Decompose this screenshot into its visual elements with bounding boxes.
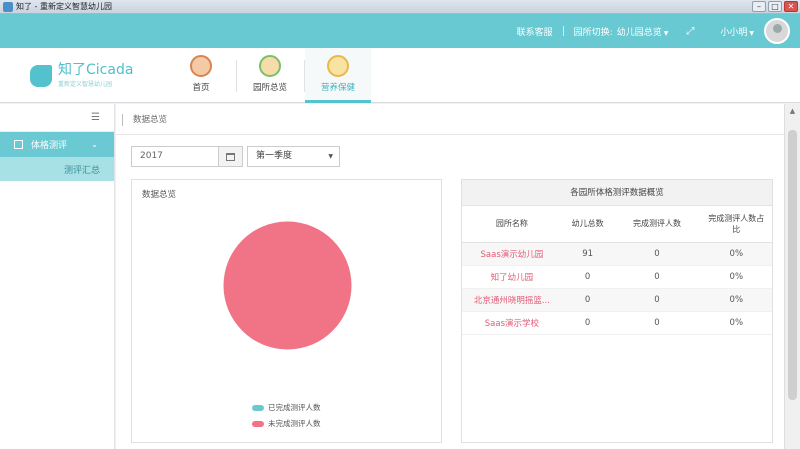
top-bar: 联系客服 园所切换: 幼儿园总览 ▼ ⤢ 小小明 ▼ (0, 14, 800, 48)
overview-chart-panel: 数据总览 已完成测评人数 未完成测评人数 (131, 179, 442, 443)
table-cell: 0% (700, 265, 772, 289)
user-menu[interactable]: 小小明 ▼ (720, 25, 754, 38)
logo-brand: 知了Cicada (58, 62, 134, 78)
app-icon (3, 1, 13, 12)
teacher-icon (259, 55, 281, 77)
chevron-down-icon: ⌄ (91, 140, 98, 149)
maximize-button[interactable]: □ (768, 1, 782, 12)
window-title: 知了 - 重新定义智慧幼儿园 (16, 2, 112, 11)
main-nav: 知了Cicada 重新定义智慧幼儿园 首页 园所总览 营养保健 (0, 48, 800, 103)
column-header: 完成测评人数 (613, 206, 701, 243)
table-cell: 0 (613, 311, 701, 335)
legend-item-incomplete[interactable]: 未完成测评人数 (252, 418, 321, 429)
legend-swatch (252, 404, 264, 411)
scrollbar-thumb[interactable] (788, 130, 797, 400)
tab-nutrition-health[interactable]: 营养保健 (305, 48, 371, 103)
panel-title: 数据总览 (142, 190, 177, 200)
school-name-link[interactable]: Saas演示学校 (462, 311, 562, 335)
table-cell: 0% (700, 288, 772, 312)
panel-title: 各园所体格测评数据概览 (462, 180, 772, 206)
expand-icon[interactable]: ⤢ (686, 26, 694, 37)
tab-label: 营养保健 (320, 83, 355, 93)
table-cell: 0 (561, 288, 614, 312)
chevron-down-icon: ▼ (749, 29, 754, 37)
calendar-button[interactable] (219, 146, 243, 167)
table-cell: 0 (613, 242, 701, 266)
topbar-divider (562, 26, 564, 36)
table-header-row: 园所名称 幼儿总数 完成测评人数 完成测评人数占比 (462, 206, 772, 243)
school-table-panel: 各园所体格测评数据概览 园所名称 幼儿总数 完成测评人数 完成测评人数占比 Sa… (461, 179, 773, 443)
table-cell: 0 (561, 311, 614, 335)
column-header: 幼儿总数 (561, 206, 614, 243)
avatar[interactable] (764, 18, 790, 44)
main-content: 数据总览 2017 第一季度 ▼ 数据总览 已完成测评人数 未完成测评人数 各园… (116, 104, 784, 449)
table-cell: 0 (613, 265, 701, 289)
tab-school-overview[interactable]: 园所总览 (237, 48, 303, 103)
chart-legend: 已完成测评人数 未完成测评人数 (252, 402, 321, 434)
school-stats-table: 园所名称 幼儿总数 完成测评人数 完成测评人数占比 Saas演示幼儿园 91 0… (462, 206, 772, 335)
tab-label: 首页 (192, 83, 210, 93)
window-titlebar: 知了 - 重新定义智慧幼儿园 – □ ✕ (0, 0, 800, 14)
table-cell: 91 (561, 242, 614, 266)
table-row: 北京通州晓明摇篮... 0 0 0% (462, 288, 772, 312)
contact-service-link[interactable]: 联系客服 (517, 25, 553, 38)
sidebar-toggle[interactable]: ☰ (0, 104, 114, 132)
school-name-link[interactable]: Saas演示幼儿园 (462, 242, 562, 266)
breadcrumb: 数据总览 (122, 114, 167, 126)
table-cell: 0% (700, 242, 772, 266)
window-controls: – □ ✕ (752, 1, 798, 12)
tab-home[interactable]: 首页 (168, 48, 234, 103)
legend-swatch (252, 420, 264, 427)
sidebar: ☰ 体格测评 ⌄ 测评汇总 (0, 104, 115, 449)
sidebar-subitem-label: 测评汇总 (63, 165, 100, 176)
table-cell: 0 (561, 265, 614, 289)
season-value: 第一季度 (256, 151, 293, 161)
sidebar-item-physical-test[interactable]: 体格测评 ⌄ (0, 132, 114, 157)
tab-label: 园所总览 (252, 83, 287, 93)
column-header: 园所名称 (462, 206, 562, 243)
health-icon (327, 55, 349, 77)
legend-label: 已完成测评人数 (268, 403, 321, 412)
column-header: 完成测评人数占比 (700, 206, 772, 243)
pie-chart (223, 221, 352, 350)
logo: 知了Cicada 重新定义智慧幼儿园 (30, 63, 133, 88)
school-switch-label: 园所切换: (573, 27, 613, 38)
sidebar-item-label: 体格测评 (31, 141, 68, 151)
scroll-up-icon[interactable]: ▲ (785, 104, 800, 118)
home-icon (190, 55, 212, 77)
sidebar-subitem-summary[interactable]: 测评汇总 (0, 157, 114, 181)
season-select[interactable]: 第一季度 ▼ (247, 146, 340, 167)
school-name-link[interactable]: 知了幼儿园 (462, 265, 562, 289)
chevron-down-icon: ▼ (663, 29, 669, 37)
school-switch-dropdown[interactable]: 幼儿园总览 ▼ (617, 25, 669, 38)
divider (116, 134, 784, 135)
table-cell: 0% (700, 311, 772, 335)
school-name-link[interactable]: 北京通州晓明摇篮... (462, 288, 562, 312)
school-switch-value: 幼儿园总览 (616, 27, 662, 38)
menu-icon: ☰ (91, 112, 100, 123)
vertical-scrollbar[interactable]: ▲ (784, 104, 800, 449)
minimize-button[interactable]: – (752, 1, 766, 12)
chevron-down-icon: ▼ (328, 153, 333, 160)
pie-slice[interactable] (223, 221, 352, 350)
table-cell: 0 (613, 288, 701, 312)
user-name: 小小明 (720, 27, 748, 38)
year-input[interactable]: 2017 (131, 146, 219, 167)
logo-slogan: 重新定义智慧幼儿园 (58, 81, 113, 88)
legend-label: 未完成测评人数 (268, 419, 321, 428)
table-row: Saas演示幼儿园 91 0 0% (462, 242, 772, 266)
table-row: 知了幼儿园 0 0 0% (462, 265, 772, 289)
logo-icon (30, 64, 52, 87)
legend-item-completed[interactable]: 已完成测评人数 (252, 402, 321, 413)
calendar-icon (226, 153, 235, 161)
close-button[interactable]: ✕ (784, 1, 798, 12)
chart-icon (14, 140, 23, 149)
table-row: Saas演示学校 0 0 0% (462, 311, 772, 335)
